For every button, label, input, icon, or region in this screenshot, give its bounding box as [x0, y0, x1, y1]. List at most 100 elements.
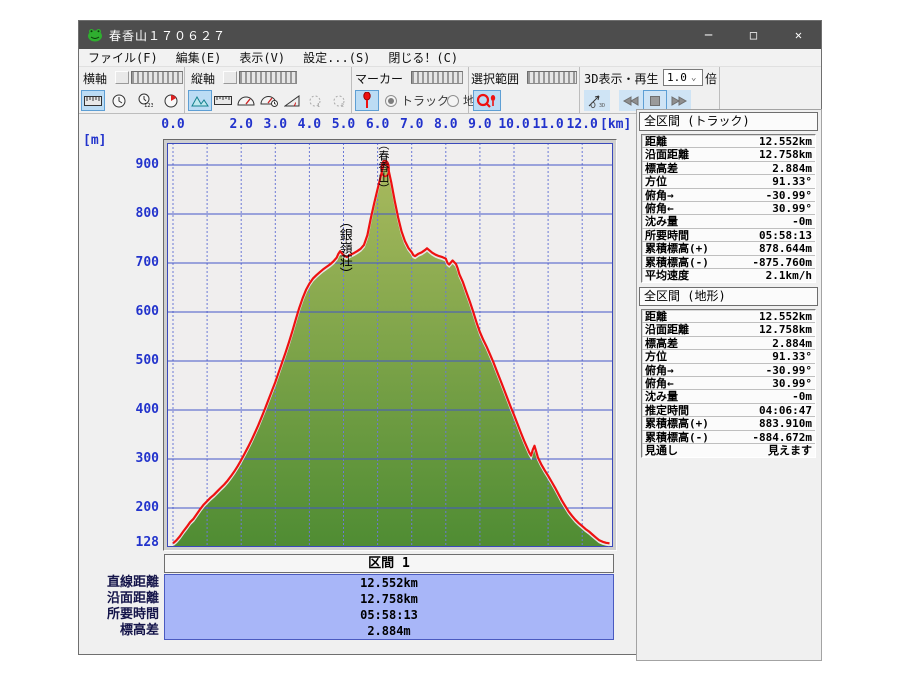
menu-item-1[interactable]: ファイル(F): [79, 49, 167, 66]
minimize-icon[interactable]: ─: [686, 21, 731, 49]
panel-title: 全区間 (地形): [639, 287, 818, 306]
menu-item-2[interactable]: 編集(E): [167, 49, 231, 66]
marker-pin-icon[interactable]: [355, 90, 379, 111]
walk-dotted-icon-1[interactable]: 1: [303, 90, 327, 111]
stat-value: 12.758km: [759, 323, 812, 337]
haxis-label: 横軸: [83, 72, 108, 86]
stop-icon[interactable]: [643, 90, 667, 111]
pie-timer-icon[interactable]: [159, 90, 183, 111]
vaxis-reset-button[interactable]: [223, 71, 237, 84]
section-row-label: 標高差: [119, 623, 159, 638]
stat-label: 距離: [645, 135, 667, 148]
stat-value: -30.99°: [765, 188, 812, 202]
toolbar: 横軸 縦軸 マーカー 選択範囲 3D表示・再生 1.0 ⌄ 倍 123 1 2 …: [79, 67, 821, 114]
elevation-chart[interactable]: （春香山） （銀嶺荘）: [167, 139, 613, 547]
section-row-label: 直線距離: [106, 575, 159, 590]
playback-speed-select[interactable]: 1.0 ⌄: [663, 69, 703, 86]
annotation-1: （春香山）: [376, 139, 390, 194]
selection-range-icon[interactable]: [473, 90, 501, 111]
rewind-icon[interactable]: [619, 90, 643, 111]
stat-label: 累積標高(+): [645, 417, 709, 431]
section-value: 12.758km: [360, 592, 418, 606]
table-row: 俯角← 30.99°: [642, 201, 815, 216]
table-row: 累積標高(+) 878.644m: [642, 242, 815, 256]
menu-item-5[interactable]: 閉じる！(C): [379, 49, 467, 66]
stat-value: 12.552km: [759, 310, 812, 323]
svg-text:2: 2: [341, 103, 344, 108]
vaxis-zoom-slider[interactable]: [239, 71, 297, 84]
table-row: 沿面距離 12.758km: [642, 148, 815, 162]
stat-value: 見えます: [768, 443, 812, 457]
title-bar[interactable]: 春香山１７０６２７ ─ □ ✕: [79, 21, 821, 49]
x-axis-unit: [km]: [600, 117, 632, 132]
x-tick-label: 3.0: [263, 117, 288, 132]
x-tick-label: 8.0: [434, 117, 458, 132]
svg-text:123: 123: [144, 103, 153, 108]
stat-label: 俯角→: [645, 363, 674, 377]
elevation-chart-svg[interactable]: [167, 143, 613, 547]
x-tick-label: 7.0: [399, 117, 424, 132]
stat-value: 2.884m: [772, 161, 812, 175]
stat-label: 距離: [645, 310, 667, 323]
table-row: 俯角← 30.99°: [642, 377, 815, 391]
table-row: 俯角→ -30.99°: [642, 189, 815, 202]
stat-label: 沿面距離: [645, 323, 689, 337]
y-tick-label: 600: [135, 304, 159, 319]
stat-value: 12.552km: [759, 135, 812, 148]
panel-title: 全区間 (トラック): [639, 112, 818, 131]
mountain-icon[interactable]: [188, 90, 212, 111]
table-row: 標高差 2.884m: [642, 337, 815, 351]
stats-panel-container: 全区間 (トラック) 距離 12.552km 沿面距離 12.758km 標高差 2.884…: [636, 109, 822, 661]
table-row: 標高差 2.884m: [642, 161, 815, 176]
marker-slider[interactable]: [411, 71, 463, 84]
y-tick-label: 400: [135, 402, 159, 417]
toolbar-separator: [351, 67, 352, 113]
table-row: 見通し 見えます: [642, 444, 815, 457]
stat-label: 沿面距離: [645, 148, 689, 162]
table-row: 累積標高(-) -884.672m: [642, 431, 815, 444]
stat-label: 累積標高(-): [645, 255, 709, 269]
walk-dotted-icon-2[interactable]: 2: [327, 90, 351, 111]
table-row: 沈み量 -0m: [642, 215, 815, 229]
stat-value: 12.758km: [759, 148, 812, 162]
forward-icon[interactable]: [667, 90, 691, 111]
haxis-zoom-slider[interactable]: [131, 71, 183, 84]
clock-icon[interactable]: [107, 90, 131, 111]
selection-label: 選択範囲: [471, 72, 520, 86]
ruler-icon[interactable]: [81, 90, 105, 111]
menu-item-4[interactable]: 設定...(S): [294, 49, 379, 66]
stat-value: 91.33°: [772, 350, 812, 364]
haxis-reset-button[interactable]: [115, 71, 129, 84]
stat-value: 2.1km/h: [765, 268, 812, 282]
menu-item-3[interactable]: 表示(V): [230, 49, 294, 66]
speed-gauge-icon[interactable]: [234, 90, 258, 111]
selection-slider[interactable]: [527, 71, 577, 84]
close-icon[interactable]: ✕: [776, 21, 821, 49]
x-tick-label: 6.0: [365, 117, 390, 132]
marker-label: マーカー: [355, 72, 404, 86]
toolbar-separator: [719, 67, 720, 113]
stat-value: -884.672m: [752, 430, 812, 444]
stat-value: 30.99°: [772, 201, 812, 215]
stat-value: 04:06:47: [759, 403, 812, 417]
stat-value: -30.99°: [765, 363, 812, 377]
toolbar-separator: [184, 67, 185, 113]
3d-pin-icon[interactable]: 3D: [584, 90, 610, 111]
speed-gauge-clock-icon[interactable]: [257, 90, 281, 111]
stat-value: 883.910m: [759, 417, 812, 431]
table-row: 距離 12.552km: [642, 135, 815, 149]
stat-label: 方位: [645, 350, 667, 364]
window-title: 春香山１７０６２７: [109, 28, 227, 43]
stat-value: -0m: [792, 215, 812, 229]
x-tick-label: 10.0: [498, 117, 530, 132]
stat-label: 累積標高(-): [645, 430, 709, 444]
table-row: 累積標高(-) -875.760m: [642, 256, 815, 269]
section-row-label: 沿面距離: [106, 591, 159, 606]
radio-track[interactable]: トラック: [385, 92, 449, 109]
slope-angle-icon[interactable]: [280, 90, 304, 111]
ruler2-icon[interactable]: [211, 90, 235, 111]
clock-numbers-icon[interactable]: 123: [133, 90, 157, 111]
y-tick-label: 200: [135, 500, 159, 515]
maximize-icon[interactable]: □: [731, 21, 776, 49]
section-value-box: 12.552km 12.758km 05:58:13 2.884m: [164, 574, 614, 640]
